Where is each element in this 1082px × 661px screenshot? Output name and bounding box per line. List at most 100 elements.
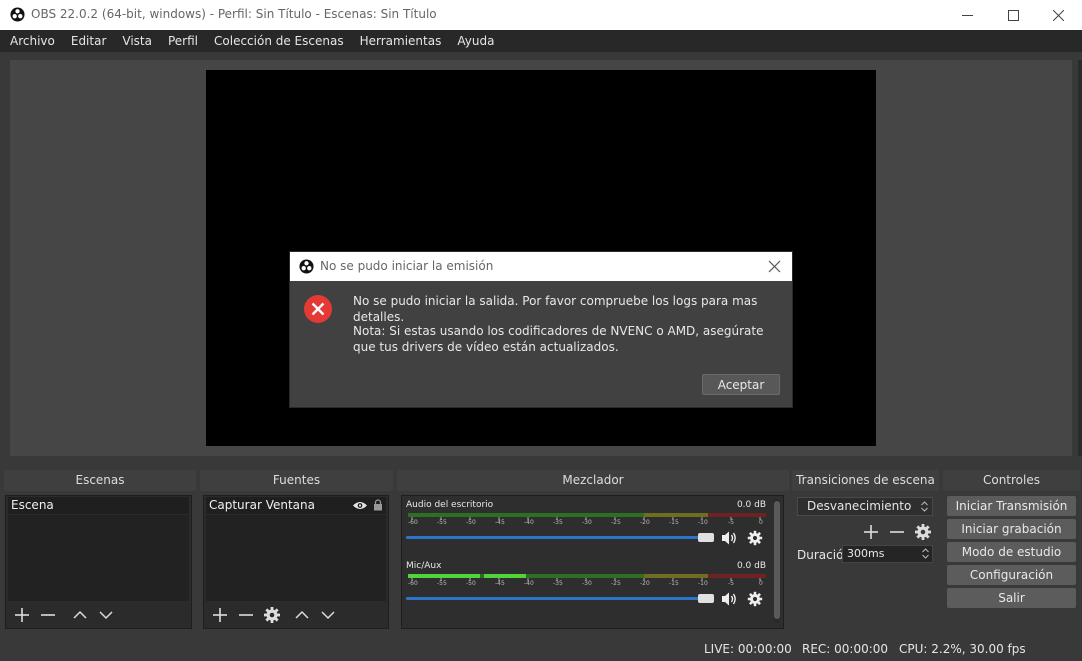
add-icon[interactable]: [210, 605, 230, 625]
tick-label: -15: [669, 519, 679, 526]
start-streaming-button[interactable]: Iniciar Transmisión: [947, 496, 1076, 516]
sources-toolbar: [205, 603, 387, 627]
dialog-title: No se pudo iniciar la emisión: [320, 259, 494, 273]
gear-icon[interactable]: [913, 522, 933, 542]
tick-label: -20: [640, 519, 650, 526]
tick-label: -50: [466, 580, 476, 587]
sources-dock-title: Fuentes: [200, 470, 393, 491]
dialog-note: Nota: Si estas usando los codificadores …: [353, 324, 764, 354]
menu-perfil[interactable]: Perfil: [160, 30, 206, 52]
start-recording-button[interactable]: Iniciar grabación: [947, 519, 1076, 539]
sources-panel: Capturar Ventana: [203, 495, 389, 629]
source-item[interactable]: Capturar Ventana: [206, 497, 386, 514]
volume-slider-handle[interactable]: [698, 533, 714, 542]
maximize-button[interactable]: [990, 0, 1036, 30]
menu-editar[interactable]: Editar: [63, 30, 115, 52]
window-title: OBS 22.0.2 (64-bit, windows) - Perfil: S…: [31, 7, 437, 21]
mixer-track-mic: Mic/Aux 0.0 dB -60 -55 -50 -45 -40 -35 -…: [406, 561, 766, 611]
gear-icon[interactable]: [746, 590, 764, 608]
menu-herramientas[interactable]: Herramientas: [352, 30, 450, 52]
tick-label: -25: [611, 580, 621, 587]
menu-vista[interactable]: Vista: [114, 30, 160, 52]
exit-button[interactable]: Salir: [947, 588, 1076, 608]
tick-label: -60: [408, 519, 418, 526]
close-icon[interactable]: [768, 260, 781, 273]
tick-label: -45: [495, 519, 505, 526]
settings-button[interactable]: Configuración: [947, 565, 1076, 585]
sources-list[interactable]: [206, 515, 386, 601]
tick-label: -40: [524, 580, 534, 587]
tick-label: -35: [553, 580, 563, 587]
close-icon: [1052, 9, 1064, 21]
status-bar: LIVE: 00:00:00 REC: 00:00:00 CPU: 2.2%, …: [0, 638, 1082, 661]
add-icon[interactable]: [861, 522, 881, 542]
gear-icon[interactable]: [746, 529, 764, 547]
source-item-label: Capturar Ventana: [209, 498, 315, 512]
tick-label: -10: [698, 519, 708, 526]
lock-icon[interactable]: [373, 499, 383, 511]
obs-logo-icon: [299, 259, 314, 274]
speaker-icon[interactable]: [720, 529, 738, 547]
obs-logo-icon: [10, 7, 25, 22]
transition-select[interactable]: Desvanecimiento: [797, 497, 933, 516]
obs-window: OBS 22.0.2 (64-bit, windows) - Perfil: S…: [0, 0, 1082, 661]
tick-label: -35: [553, 519, 563, 526]
minimize-icon: [961, 14, 973, 16]
move-up-icon[interactable]: [70, 605, 90, 625]
meter-ticks: -60 -55 -50 -45 -40 -35 -30 -25 -20 -15 …: [406, 578, 768, 588]
close-button[interactable]: [1035, 0, 1081, 30]
tick-label: -50: [466, 519, 476, 526]
scenes-list[interactable]: [8, 515, 189, 601]
remove-icon[interactable]: [236, 605, 256, 625]
add-icon[interactable]: [12, 605, 32, 625]
dialog-title-bar: No se pudo iniciar la emisión: [290, 252, 792, 281]
accept-button[interactable]: Aceptar: [702, 374, 780, 395]
remove-icon[interactable]: [887, 522, 907, 542]
spinner-arrows-icon: [921, 501, 928, 512]
mixer-scrollbar-thumb[interactable]: [774, 501, 780, 619]
scenes-toolbar: [7, 603, 190, 627]
menu-archivo[interactable]: Archivo: [0, 30, 63, 52]
mixer-track-desktop: Audio del escritorio 0.0 dB -60 -55 -50 …: [406, 500, 766, 550]
tick-label: -5: [728, 580, 734, 587]
mixer-scrollbar[interactable]: [774, 499, 780, 623]
track-db: 0.0 dB: [736, 500, 766, 510]
minimize-button[interactable]: [944, 0, 990, 30]
volume-slider-handle[interactable]: [698, 594, 714, 603]
speaker-icon[interactable]: [720, 590, 738, 608]
mixer-dock-title: Mezclador: [397, 470, 789, 491]
move-up-icon[interactable]: [292, 605, 312, 625]
volume-slider[interactable]: [406, 536, 714, 539]
error-dialog: No se pudo iniciar la emisión No se pudo…: [290, 252, 792, 407]
volume-slider[interactable]: [406, 597, 714, 600]
transitions-dock-title: Transiciones de escena: [792, 470, 939, 491]
tick-label: -10: [698, 580, 708, 587]
studio-mode-button[interactable]: Modo de estudio: [947, 542, 1076, 562]
scene-item[interactable]: Escena: [8, 497, 189, 514]
menu-coleccion-escenas[interactable]: Colección de Escenas: [206, 30, 352, 52]
tick-label: -15: [669, 580, 679, 587]
title-bar: OBS 22.0.2 (64-bit, windows) - Perfil: S…: [0, 0, 1082, 30]
tick-label: -5: [728, 519, 734, 526]
tick-label: 0: [759, 580, 763, 587]
duration-input[interactable]: 300ms: [842, 545, 933, 563]
move-down-icon[interactable]: [96, 605, 116, 625]
move-down-icon[interactable]: [318, 605, 338, 625]
scenes-panel: Escena: [5, 495, 192, 629]
preview-edge: [1078, 60, 1082, 456]
dialog-message: No se pudo iniciar la salida. Por favor …: [353, 294, 758, 324]
menu-bar: Archivo Editar Vista Perfil Colección de…: [0, 30, 1082, 52]
track-name: Mic/Aux: [406, 561, 442, 571]
tick-label: -45: [495, 580, 505, 587]
error-icon: [304, 295, 332, 323]
remove-icon[interactable]: [38, 605, 58, 625]
spinner-arrows-icon[interactable]: [921, 547, 930, 560]
gear-icon[interactable]: [262, 605, 282, 625]
visibility-eye-icon[interactable]: [352, 500, 368, 511]
tick-label: -25: [611, 519, 621, 526]
mixer-panel: Audio del escritorio 0.0 dB -60 -55 -50 …: [401, 495, 784, 629]
tick-label: -55: [437, 519, 447, 526]
menu-ayuda[interactable]: Ayuda: [449, 30, 502, 52]
duration-value: 300ms: [847, 547, 885, 560]
cpu-usage: CPU: 2.2%, 30.00 fps: [899, 642, 1026, 656]
